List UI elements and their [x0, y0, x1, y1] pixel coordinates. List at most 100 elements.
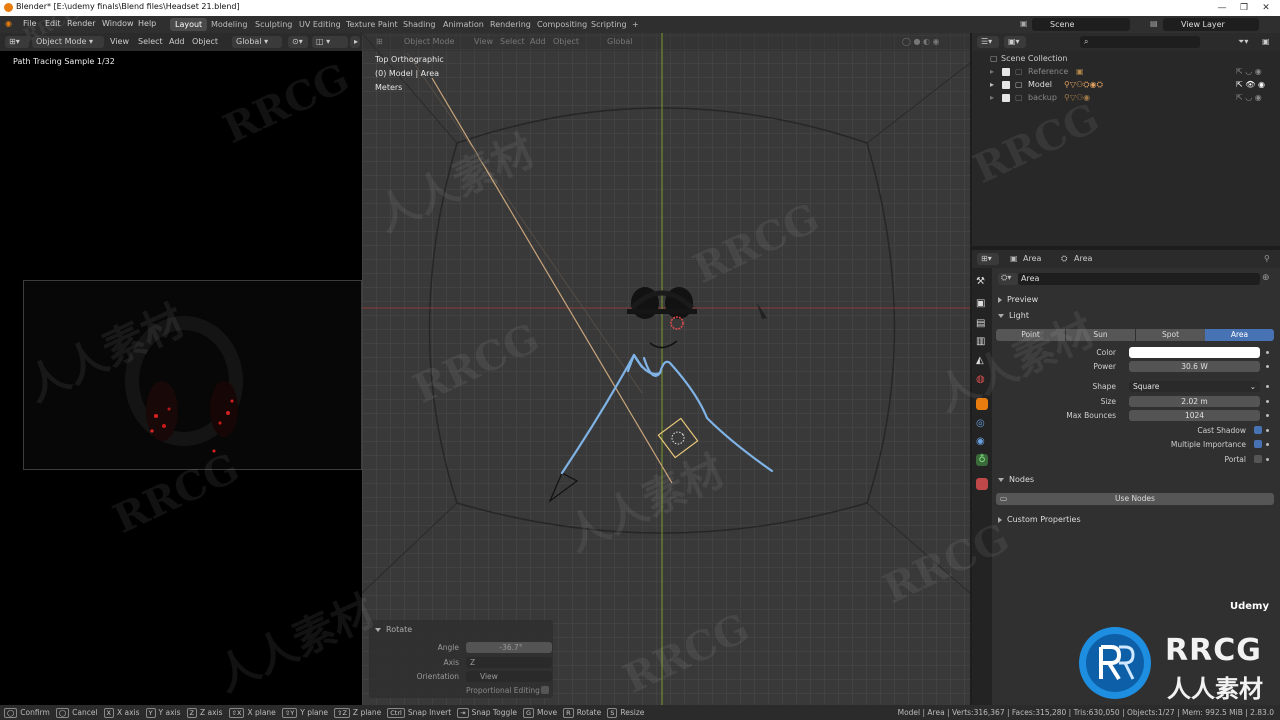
pin-icon[interactable]: ⚲: [1264, 254, 1270, 263]
keyframe-dot-icon[interactable]: [1266, 443, 1269, 446]
exclude-checkbox[interactable]: [1002, 81, 1010, 89]
keyframe-dot-icon[interactable]: [1266, 458, 1269, 461]
light-section[interactable]: Light: [998, 311, 1029, 320]
snap-icon[interactable]: ◫ ▾: [312, 36, 348, 48]
preview-section[interactable]: Preview: [998, 295, 1038, 304]
multiple-importance-checkbox[interactable]: [1254, 440, 1262, 448]
use-nodes-button[interactable]: ▭ Use Nodes: [996, 493, 1274, 505]
outliner-editor-icon[interactable]: ☰▾: [977, 36, 999, 48]
cast-shadow-checkbox[interactable]: [1254, 426, 1262, 434]
filter-icon[interactable]: ⏷▾: [1238, 37, 1248, 47]
object-tab-icon[interactable]: [976, 398, 988, 410]
keyframe-dot-icon[interactable]: [1266, 351, 1269, 354]
keyframe-dot-icon[interactable]: [1266, 414, 1269, 417]
add-workspace-button[interactable]: +: [627, 18, 644, 31]
properties-editor-icon[interactable]: ⊞▾: [977, 253, 999, 265]
expand-icon[interactable]: ▸: [990, 91, 994, 104]
menu-view[interactable]: View: [110, 37, 129, 46]
display-mode-icon[interactable]: ▣▾: [1004, 36, 1026, 48]
custom-properties-section[interactable]: Custom Properties: [998, 515, 1081, 524]
select-toggle-icon[interactable]: ⇱ ◡ ◉: [1236, 65, 1262, 78]
tab-texture-paint[interactable]: Texture Paint: [341, 18, 403, 31]
visibility-toggle-icon[interactable]: ⇱ 👁 ◉: [1236, 78, 1265, 91]
datablock-name-field[interactable]: Area: [1018, 273, 1260, 285]
exclude-checkbox[interactable]: [1002, 94, 1010, 102]
outliner-item-backup[interactable]: ▸ ▢ backup ⚲▽⚇◉ ⇱ ◡ ◉: [972, 91, 1280, 104]
keyframe-dot-icon[interactable]: [1266, 400, 1269, 403]
light-type-sun[interactable]: Sun: [1066, 329, 1135, 341]
mode-dropdown[interactable]: Object Mode ▾: [32, 36, 104, 48]
power-field[interactable]: 30.6 W: [1129, 361, 1260, 372]
tab-uv-editing[interactable]: UV Editing: [294, 18, 346, 31]
proportional-editing-checkbox[interactable]: [541, 686, 549, 694]
transform-orientation-dropdown[interactable]: Global ▾: [232, 36, 282, 48]
editor-type-icon[interactable]: ⊞▾: [5, 36, 29, 48]
color-swatch[interactable]: [1129, 347, 1260, 358]
3d-viewport[interactable]: ⊞ Object Mode View Select Add Object Glo…: [362, 33, 970, 705]
fake-user-icon[interactable]: ⊕: [1262, 273, 1270, 283]
axis-dropdown[interactable]: Z: [466, 657, 552, 668]
render-tab-icon[interactable]: ▣: [976, 298, 988, 310]
nodes-section[interactable]: Nodes: [998, 475, 1034, 484]
tab-animation[interactable]: Animation: [438, 18, 489, 31]
outliner-item-reference[interactable]: ▸ ▢ Reference ▣ ⇱ ◡ ◉: [972, 65, 1280, 78]
constraints-tab-icon[interactable]: ◉: [976, 436, 988, 448]
restore-button[interactable]: ❐: [1234, 0, 1254, 16]
select-toggle-icon[interactable]: ⇱ ◡ ◉: [1236, 91, 1262, 104]
keyframe-dot-icon[interactable]: [1266, 429, 1269, 432]
menu-select[interactable]: Select: [138, 37, 163, 46]
properties-object-name[interactable]: Area: [1023, 254, 1041, 263]
light-type-area[interactable]: Area: [1205, 329, 1274, 341]
light-datablock-icon[interactable]: ⛭▾: [998, 273, 1018, 285]
outliner-search-input[interactable]: ⌕: [1080, 36, 1200, 48]
angle-field[interactable]: -36.7°: [466, 642, 552, 653]
physics-tab-icon[interactable]: ◎: [976, 418, 988, 430]
tab-rendering[interactable]: Rendering: [485, 18, 536, 31]
menu-object[interactable]: Object: [192, 37, 218, 46]
minimize-button[interactable]: —: [1212, 0, 1232, 16]
expand-icon[interactable]: ▸: [990, 65, 994, 78]
proportional-icon[interactable]: ▸: [350, 36, 360, 48]
close-button[interactable]: ✕: [1256, 0, 1276, 16]
world-tab-icon[interactable]: ◍: [976, 374, 988, 386]
light-type-spot[interactable]: Spot: [1136, 329, 1205, 341]
pivot-icon[interactable]: ⊙▾: [288, 36, 308, 48]
texture-tab-icon[interactable]: [976, 478, 988, 490]
new-collection-icon[interactable]: ▣: [1262, 37, 1270, 46]
output-tab-icon[interactable]: ▤: [976, 318, 988, 330]
redo-last-panel[interactable]: Rotate Angle -36.7° Axis Z Orientation V…: [369, 620, 553, 698]
menu-file[interactable]: File: [23, 19, 36, 28]
tab-layout[interactable]: Layout: [170, 18, 208, 31]
tab-compositing[interactable]: Compositing: [532, 18, 592, 31]
render-preview-area[interactable]: Path Tracing Sample 1/32: [0, 51, 362, 705]
menu-edit[interactable]: Edit: [45, 19, 61, 28]
keyframe-dot-icon[interactable]: [1266, 365, 1269, 368]
outliner-item-model[interactable]: ▸ ▢ Model ⚲▽⚇⛭◉⛭ ⇱ 👁 ◉: [972, 78, 1280, 91]
scene-collection-row[interactable]: ▢ Scene Collection: [972, 52, 1280, 65]
tab-shading[interactable]: Shading: [398, 18, 441, 31]
view-layer-tab-icon[interactable]: ▥: [976, 336, 988, 348]
menu-render[interactable]: Render: [67, 19, 95, 28]
max-bounces-field[interactable]: 1024: [1129, 410, 1260, 421]
light-data-tab-icon[interactable]: ♁: [976, 454, 988, 466]
size-field[interactable]: 2.02 m: [1129, 396, 1260, 407]
portal-checkbox[interactable]: [1254, 455, 1262, 463]
orientation-dropdown[interactable]: View: [466, 671, 552, 682]
tab-sculpting[interactable]: Sculpting: [250, 18, 297, 31]
scene-tab-icon[interactable]: ◭: [976, 355, 988, 367]
scene-selector[interactable]: Scene: [1032, 18, 1130, 31]
blender-menu-icon[interactable]: ◉: [5, 19, 12, 28]
menu-add[interactable]: Add: [169, 37, 185, 46]
view-layer-selector[interactable]: View Layer: [1163, 18, 1259, 31]
menu-help[interactable]: Help: [138, 19, 156, 28]
tab-modeling[interactable]: Modeling: [206, 18, 252, 31]
menu-window[interactable]: Window: [102, 19, 134, 28]
exclude-checkbox[interactable]: [1002, 68, 1010, 76]
shape-dropdown[interactable]: Square ⌄: [1129, 381, 1260, 392]
properties-data-name[interactable]: Area: [1074, 254, 1092, 263]
tab-scripting[interactable]: Scripting: [586, 18, 632, 31]
expand-icon[interactable]: ▸: [990, 78, 994, 91]
tool-tab-icon[interactable]: ⚒: [976, 276, 988, 288]
light-type-point[interactable]: Point: [996, 329, 1065, 341]
keyframe-dot-icon[interactable]: [1266, 385, 1269, 388]
